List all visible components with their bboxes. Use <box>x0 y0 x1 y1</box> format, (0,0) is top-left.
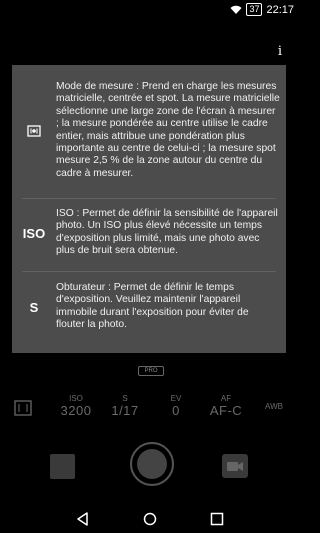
awb-setting[interactable]: AWB <box>262 402 286 411</box>
shutter-speed-icon: S <box>12 282 56 332</box>
help-overlay: Mode de mesure : Prend en charge les mes… <box>12 65 286 353</box>
shutter-setting-label: S <box>122 394 128 403</box>
divider <box>22 198 276 199</box>
metering-icon <box>12 81 56 181</box>
help-item-iso: ISO ISO : Permet de définir la sensibili… <box>12 208 286 258</box>
back-icon[interactable] <box>76 512 90 526</box>
help-text-iso: ISO : Permet de définir la sensibilité d… <box>56 208 278 257</box>
shutter-setting-value: 1/17 <box>111 403 139 418</box>
pro-mode-tab[interactable]: PRO <box>138 366 164 376</box>
shutter-setting[interactable]: S 1/17 <box>110 394 140 419</box>
gallery-thumbnail[interactable] <box>50 454 75 479</box>
iso-setting-label: ISO <box>69 394 83 403</box>
af-setting[interactable]: AF AF-C <box>204 394 248 419</box>
help-item-shutter: S Obturateur : Permet de définir le temp… <box>12 282 286 332</box>
status-bar: 37 22:17 <box>0 0 300 22</box>
metering-setting[interactable] <box>14 400 32 421</box>
ev-setting-label: EV <box>170 394 182 403</box>
navigation-bar <box>0 503 300 533</box>
divider <box>22 271 276 272</box>
video-camera-icon <box>227 462 243 471</box>
help-text-shutter: Obturateur : Permet de définir le temps … <box>56 282 249 331</box>
iso-icon-label: ISO <box>22 225 46 241</box>
home-icon[interactable] <box>143 512 157 526</box>
wifi-icon <box>230 5 242 14</box>
ev-setting[interactable]: EV 0 <box>162 394 190 419</box>
battery-indicator: 37 <box>246 3 263 16</box>
awb-setting-label: AWB <box>265 402 283 411</box>
shutter-icon-label: S <box>29 299 39 315</box>
help-item-metering: Mode de mesure : Prend en charge les mes… <box>12 81 286 181</box>
iso-setting[interactable]: ISO 3200 <box>58 394 94 419</box>
iso-setting-value: 3200 <box>60 403 92 418</box>
af-setting-label: AF <box>220 394 232 403</box>
help-text-metering: Mode de mesure : Prend en charge les mes… <box>56 81 280 179</box>
metering-mode-icon <box>14 400 32 416</box>
video-record-button[interactable] <box>222 454 248 478</box>
ev-setting-value: 0 <box>172 403 180 418</box>
shutter-button[interactable] <box>130 442 174 486</box>
camera-settings-strip: ISO 3200 S 1/17 EV 0 AF AF-C AWB <box>0 392 300 428</box>
info-icon[interactable]: i <box>278 44 282 59</box>
iso-icon: ISO <box>12 208 56 258</box>
recents-icon[interactable] <box>210 512 224 526</box>
clock: 22:17 <box>266 3 294 16</box>
status-icons: 37 22:17 <box>230 3 294 16</box>
shutter-button-inner <box>137 449 167 479</box>
af-setting-value: AF-C <box>209 403 243 418</box>
